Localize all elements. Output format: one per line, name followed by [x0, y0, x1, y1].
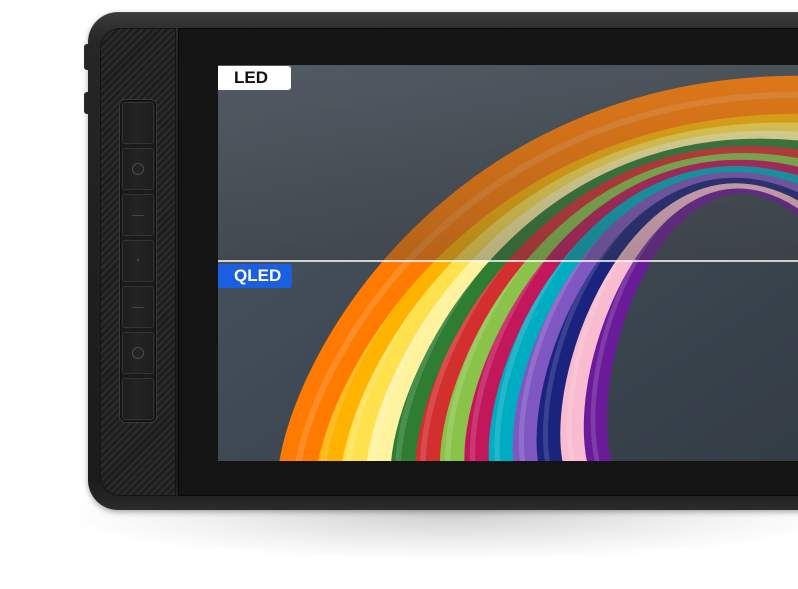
circle-icon	[132, 163, 144, 175]
led-half-desaturate	[218, 65, 798, 261]
qled-label: QLED	[218, 264, 292, 288]
express-key	[122, 148, 154, 190]
ribbon-artwork	[218, 65, 798, 461]
express-key	[122, 332, 154, 374]
line-icon	[132, 215, 144, 216]
express-key	[122, 102, 154, 144]
line-icon	[132, 307, 144, 308]
express-key	[122, 194, 154, 236]
dot-icon	[137, 259, 139, 261]
display-screen	[218, 65, 798, 461]
express-key	[122, 240, 154, 282]
express-keys	[120, 100, 156, 422]
product-photo: LED QLED	[0, 0, 798, 589]
express-key	[122, 286, 154, 328]
express-key	[122, 378, 154, 420]
led-label: LED	[218, 66, 291, 90]
circle-icon	[132, 347, 144, 359]
